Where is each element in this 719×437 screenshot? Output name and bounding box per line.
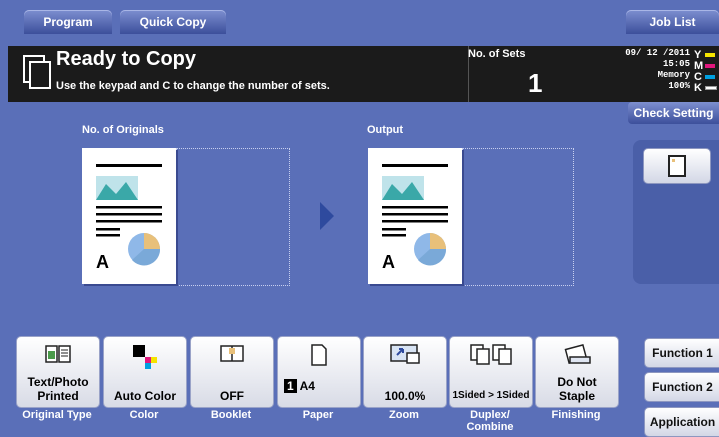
booklet-button[interactable]: OFF xyxy=(190,336,274,408)
finishing-button[interactable]: Do Not Staple xyxy=(535,336,619,408)
date-memory: 09/ 12 /2011 15:05 Memory 100% xyxy=(620,48,690,92)
finishing-label: Finishing xyxy=(551,409,601,421)
duplex-icon xyxy=(470,344,512,365)
tray-number-badge: 1 xyxy=(284,379,297,393)
booklet-label: Booklet xyxy=(210,409,252,421)
color-value: Auto Color xyxy=(114,389,176,403)
page-content-icon: A xyxy=(382,164,448,272)
function-1-tab[interactable]: Function 1 xyxy=(644,338,719,368)
function-2-tab[interactable]: Function 2 xyxy=(644,372,719,402)
status-hint: Use the keypad and C to change the numbe… xyxy=(56,80,330,92)
text-photo-icon xyxy=(45,345,71,363)
sets-value: 1 xyxy=(528,68,543,98)
paper-value-row: 1 A4 xyxy=(284,379,315,393)
toner-bar-y xyxy=(705,53,715,57)
job-list-tab[interactable]: Job List xyxy=(626,10,719,34)
page-letter: A xyxy=(382,252,395,272)
memory-label: Memory xyxy=(657,70,690,80)
right-panel xyxy=(633,140,719,284)
toner-bar-c xyxy=(705,75,715,79)
originals-label: No. of Originals xyxy=(82,124,164,136)
duplex-label: Duplex/ Combine xyxy=(466,409,514,433)
toner-bar-k xyxy=(705,86,717,90)
staple-icon xyxy=(564,343,591,365)
output-dotted-box xyxy=(462,148,574,286)
booklet-value: OFF xyxy=(220,389,244,403)
duplex-value: 1Sided > 1Sided xyxy=(452,390,530,401)
color-icon xyxy=(133,345,157,369)
memory-value: 100% xyxy=(668,81,690,91)
check-setting-button[interactable]: Check Setting xyxy=(628,102,719,124)
paper-tray-button[interactable] xyxy=(643,148,711,184)
toner-levels: Y M C K xyxy=(694,50,703,94)
paper-label: Paper xyxy=(302,409,334,421)
original-type-value: Text/Photo Printed xyxy=(27,375,89,403)
zoom-label: Zoom xyxy=(389,409,419,421)
time-text: 15:05 xyxy=(662,59,690,69)
paper-icon xyxy=(311,344,327,366)
page-content-icon: A xyxy=(96,164,162,272)
duplex-button[interactable]: 1Sided > 1Sided xyxy=(449,336,533,408)
finishing-value: Do Not Staple xyxy=(557,375,597,403)
arrow-right-icon xyxy=(320,202,334,230)
status-title: Ready to Copy xyxy=(56,48,197,70)
color-label: Color xyxy=(129,409,159,421)
original-type-label: Original Type xyxy=(22,409,92,421)
booklet-icon xyxy=(220,345,244,362)
originals-dotted-box xyxy=(176,148,290,286)
copy-document-icon xyxy=(23,55,51,89)
program-tab[interactable]: Program xyxy=(24,10,112,34)
original-type-button[interactable]: Text/Photo Printed xyxy=(16,336,100,408)
page-icon xyxy=(668,155,686,177)
zoom-value: 100.0% xyxy=(384,389,426,403)
output-label: Output xyxy=(367,124,404,136)
quick-copy-tab[interactable]: Quick Copy xyxy=(120,10,226,34)
output-page-preview: A xyxy=(368,148,462,284)
zoom-icon xyxy=(390,344,420,364)
zoom-button[interactable]: 100.0% xyxy=(363,336,447,408)
sets-label: No. of Sets xyxy=(468,48,526,60)
toner-k: K xyxy=(694,82,702,94)
paper-value: A4 xyxy=(299,379,315,393)
toner-bar-m xyxy=(705,64,715,68)
page-letter: A xyxy=(96,252,109,272)
application-tab[interactable]: Application xyxy=(644,407,719,437)
date-text: 09/ 12 /2011 xyxy=(625,48,690,58)
paper-button[interactable]: 1 A4 xyxy=(277,336,361,408)
status-panel: Ready to Copy Use the keypad and C to ch… xyxy=(8,46,719,102)
color-button[interactable]: Auto Color xyxy=(103,336,187,408)
original-page-preview: A xyxy=(82,148,176,284)
